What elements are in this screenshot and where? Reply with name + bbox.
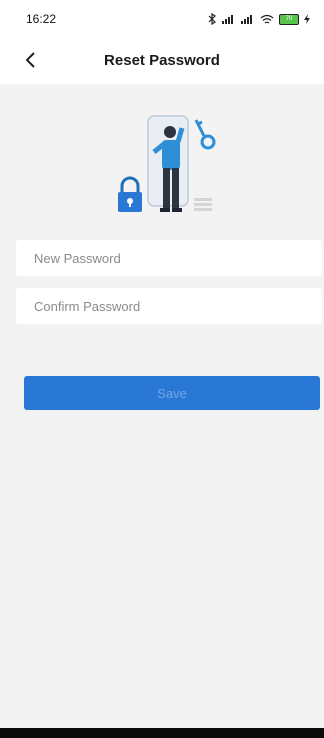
bottom-bar (0, 728, 324, 738)
status-bar: 16:22 70 (0, 0, 324, 38)
save-button[interactable]: Save (24, 376, 320, 410)
page-title: Reset Password (104, 52, 220, 69)
battery-icon: 70 (279, 13, 299, 25)
lock-icon (118, 176, 142, 212)
key-icon (194, 119, 216, 150)
new-password-input[interactable] (16, 240, 322, 276)
signal-icon (222, 15, 233, 24)
confirm-password-input[interactable] (16, 288, 322, 324)
status-time: 16:22 (26, 12, 57, 26)
password-form (16, 234, 322, 328)
status-icons: 70 (207, 13, 310, 25)
wifi-icon (260, 14, 274, 24)
charging-icon (304, 14, 310, 24)
bluetooth-icon (208, 13, 216, 25)
header: Reset Password (0, 38, 324, 84)
signal-icon (241, 15, 252, 24)
reset-password-illustration (118, 115, 216, 212)
